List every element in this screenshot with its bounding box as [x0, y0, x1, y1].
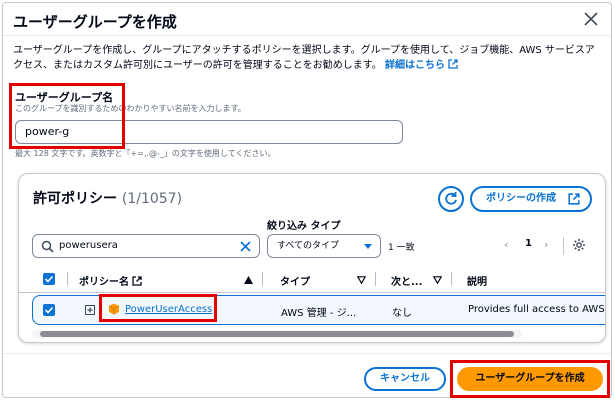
pagination-divider	[563, 237, 564, 255]
page-prev-button[interactable]: ‹	[504, 238, 508, 251]
policies-title: 許可ポリシー (1/1057)	[33, 188, 182, 208]
policy-name-highlight	[99, 294, 217, 322]
check-icon	[44, 306, 54, 314]
header-divider	[19, 292, 605, 293]
header-divider	[3, 35, 611, 36]
column-header-attached[interactable]: 次と...	[391, 273, 422, 288]
sort-desc-icon[interactable]	[433, 276, 442, 284]
group-name-highlight	[9, 83, 125, 149]
create-user-group-dialog: ユーザーグループを作成 ユーザーグループを作成し、グループにアタッチするポリシー…	[2, 2, 612, 398]
policy-search-input[interactable]: powerusera	[32, 234, 260, 258]
match-count: 1 一致	[388, 243, 415, 253]
caret-down-icon	[364, 244, 372, 249]
column-divider	[451, 272, 452, 286]
column-header-type[interactable]: タイプ	[280, 273, 310, 288]
column-divider	[375, 272, 376, 286]
footer-divider	[3, 353, 611, 354]
policy-attached: なし	[392, 308, 412, 319]
scrollbar-thumb[interactable]	[40, 331, 514, 337]
policies-count: (1/1057)	[121, 191, 183, 207]
expand-icon[interactable]	[85, 305, 95, 315]
external-link-icon	[132, 276, 143, 286]
refresh-button[interactable]	[438, 186, 464, 212]
check-icon	[44, 275, 54, 283]
table-header: ポリシー名 タイプ 次と... 説明	[19, 266, 605, 292]
dialog-description: ユーザーグループを作成し、グループにアタッチするポリシーを選択します。グループを…	[13, 43, 603, 73]
type-select-value: すべてのタイプ	[277, 241, 340, 251]
column-label: ポリシー名	[79, 277, 129, 288]
clear-icon[interactable]	[239, 240, 252, 253]
group-name-constraint: 最大 128 文字です。英数字と「+=,.@-_」の文字を使用してください。	[15, 149, 276, 158]
horizontal-scrollbar[interactable]	[32, 330, 522, 338]
column-divider	[67, 272, 68, 286]
create-policy-label: ポリシーの作成	[486, 193, 556, 204]
page-next-button[interactable]: ›	[544, 238, 548, 251]
select-all-checkbox[interactable]	[43, 273, 55, 285]
policy-type: AWS 管理 - ジ...	[281, 308, 357, 319]
column-header-policy-name[interactable]: ポリシー名	[79, 273, 143, 288]
filter-type-label: 絞り込み タイプ	[267, 221, 341, 232]
column-divider	[262, 272, 263, 286]
create-policy-button[interactable]: ポリシーの作成	[470, 186, 592, 212]
learn-more-link[interactable]: 詳細はこちら	[385, 59, 459, 71]
policies-title-text: 許可ポリシー	[33, 191, 117, 207]
external-link-icon	[568, 193, 580, 205]
create-button-highlight	[450, 360, 610, 398]
close-icon[interactable]	[581, 9, 601, 29]
refresh-icon	[445, 192, 457, 205]
policy-description: Provides full access to AWS se	[468, 304, 606, 315]
row-checkbox[interactable]	[43, 304, 55, 316]
external-link-icon	[448, 59, 459, 69]
description-text: ユーザーグループを作成し、グループにアタッチするポリシーを選択します。グループを…	[13, 45, 595, 71]
sort-desc-icon[interactable]	[357, 276, 366, 284]
learn-more-label: 詳細はこちら	[385, 60, 445, 71]
type-filter-select[interactable]: すべてのタイプ	[267, 234, 381, 258]
search-value: powerusera	[59, 240, 118, 251]
page-number[interactable]: 1	[525, 238, 532, 249]
column-header-description: 説明	[467, 277, 487, 288]
cancel-button[interactable]: キャンセル	[364, 367, 446, 391]
settings-icon[interactable]	[572, 238, 586, 252]
sort-asc-icon[interactable]	[244, 276, 253, 284]
search-icon	[41, 240, 54, 253]
dialog-title: ユーザーグループを作成	[13, 13, 177, 31]
